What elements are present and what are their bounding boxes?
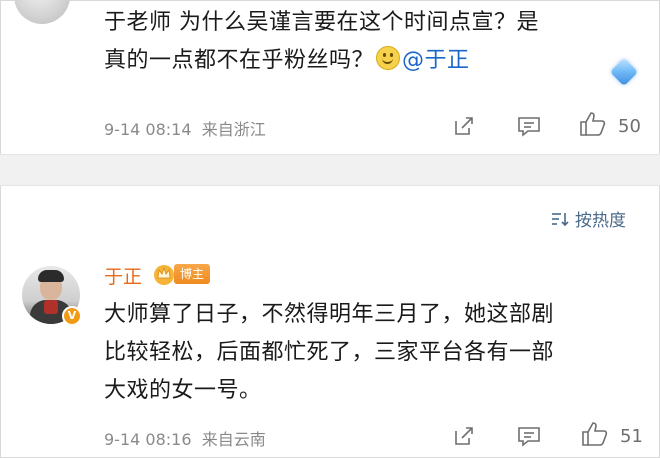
- reply-username[interactable]: 于正: [104, 262, 142, 289]
- mention-link[interactable]: @于正: [402, 48, 470, 73]
- top-comment-line-1: 于老师 为什么吴谨言要在这个时间点宣？是: [104, 10, 539, 35]
- reply-comment-icon[interactable]: [516, 424, 542, 448]
- crown-icon: [154, 265, 174, 285]
- top-comment-location: 来自浙江: [201, 120, 266, 139]
- sort-icon: [552, 212, 569, 226]
- top-comment-like-count: 50: [618, 116, 641, 137]
- reply-like-count: 51: [620, 426, 643, 447]
- like-icon[interactable]: [578, 110, 608, 138]
- commenter-avatar[interactable]: [14, 0, 70, 24]
- share-icon[interactable]: [452, 114, 476, 138]
- top-comment-line-2-text: 真的一点都不在乎粉丝吗？: [104, 48, 375, 73]
- top-comment-meta: 9-14 08:14 来自浙江: [104, 116, 266, 140]
- reply-line-2: 比较轻松，后面都忙死了，三家平台各有一部: [104, 340, 555, 365]
- top-comment-line-2: 真的一点都不在乎粉丝吗？ @于正: [104, 44, 644, 78]
- reply-timestamp: 9-14 08:16: [104, 430, 192, 449]
- reply-line-3: 大戏的女一号。: [104, 378, 262, 403]
- reply-meta: 9-14 08:16 来自云南: [104, 426, 266, 450]
- verified-icon: V: [62, 306, 82, 326]
- reply-like-icon[interactable]: [580, 420, 610, 448]
- sort-label: 按热度: [575, 211, 626, 231]
- sort-by-hot-button[interactable]: 按热度: [551, 206, 626, 231]
- author-badge: 博主: [152, 262, 211, 286]
- reply-line-1: 大师算了日子，不然得明年三月了，她这部剧: [104, 302, 555, 327]
- author-badge-label: 博主: [174, 264, 211, 284]
- comment-icon[interactable]: [516, 114, 542, 138]
- reply-share-icon[interactable]: [452, 424, 476, 448]
- reply-location: 来自云南: [201, 430, 266, 449]
- smiley-emoji: [376, 46, 401, 70]
- top-comment-timestamp: 9-14 08:14: [104, 120, 192, 139]
- section-divider: [0, 154, 660, 186]
